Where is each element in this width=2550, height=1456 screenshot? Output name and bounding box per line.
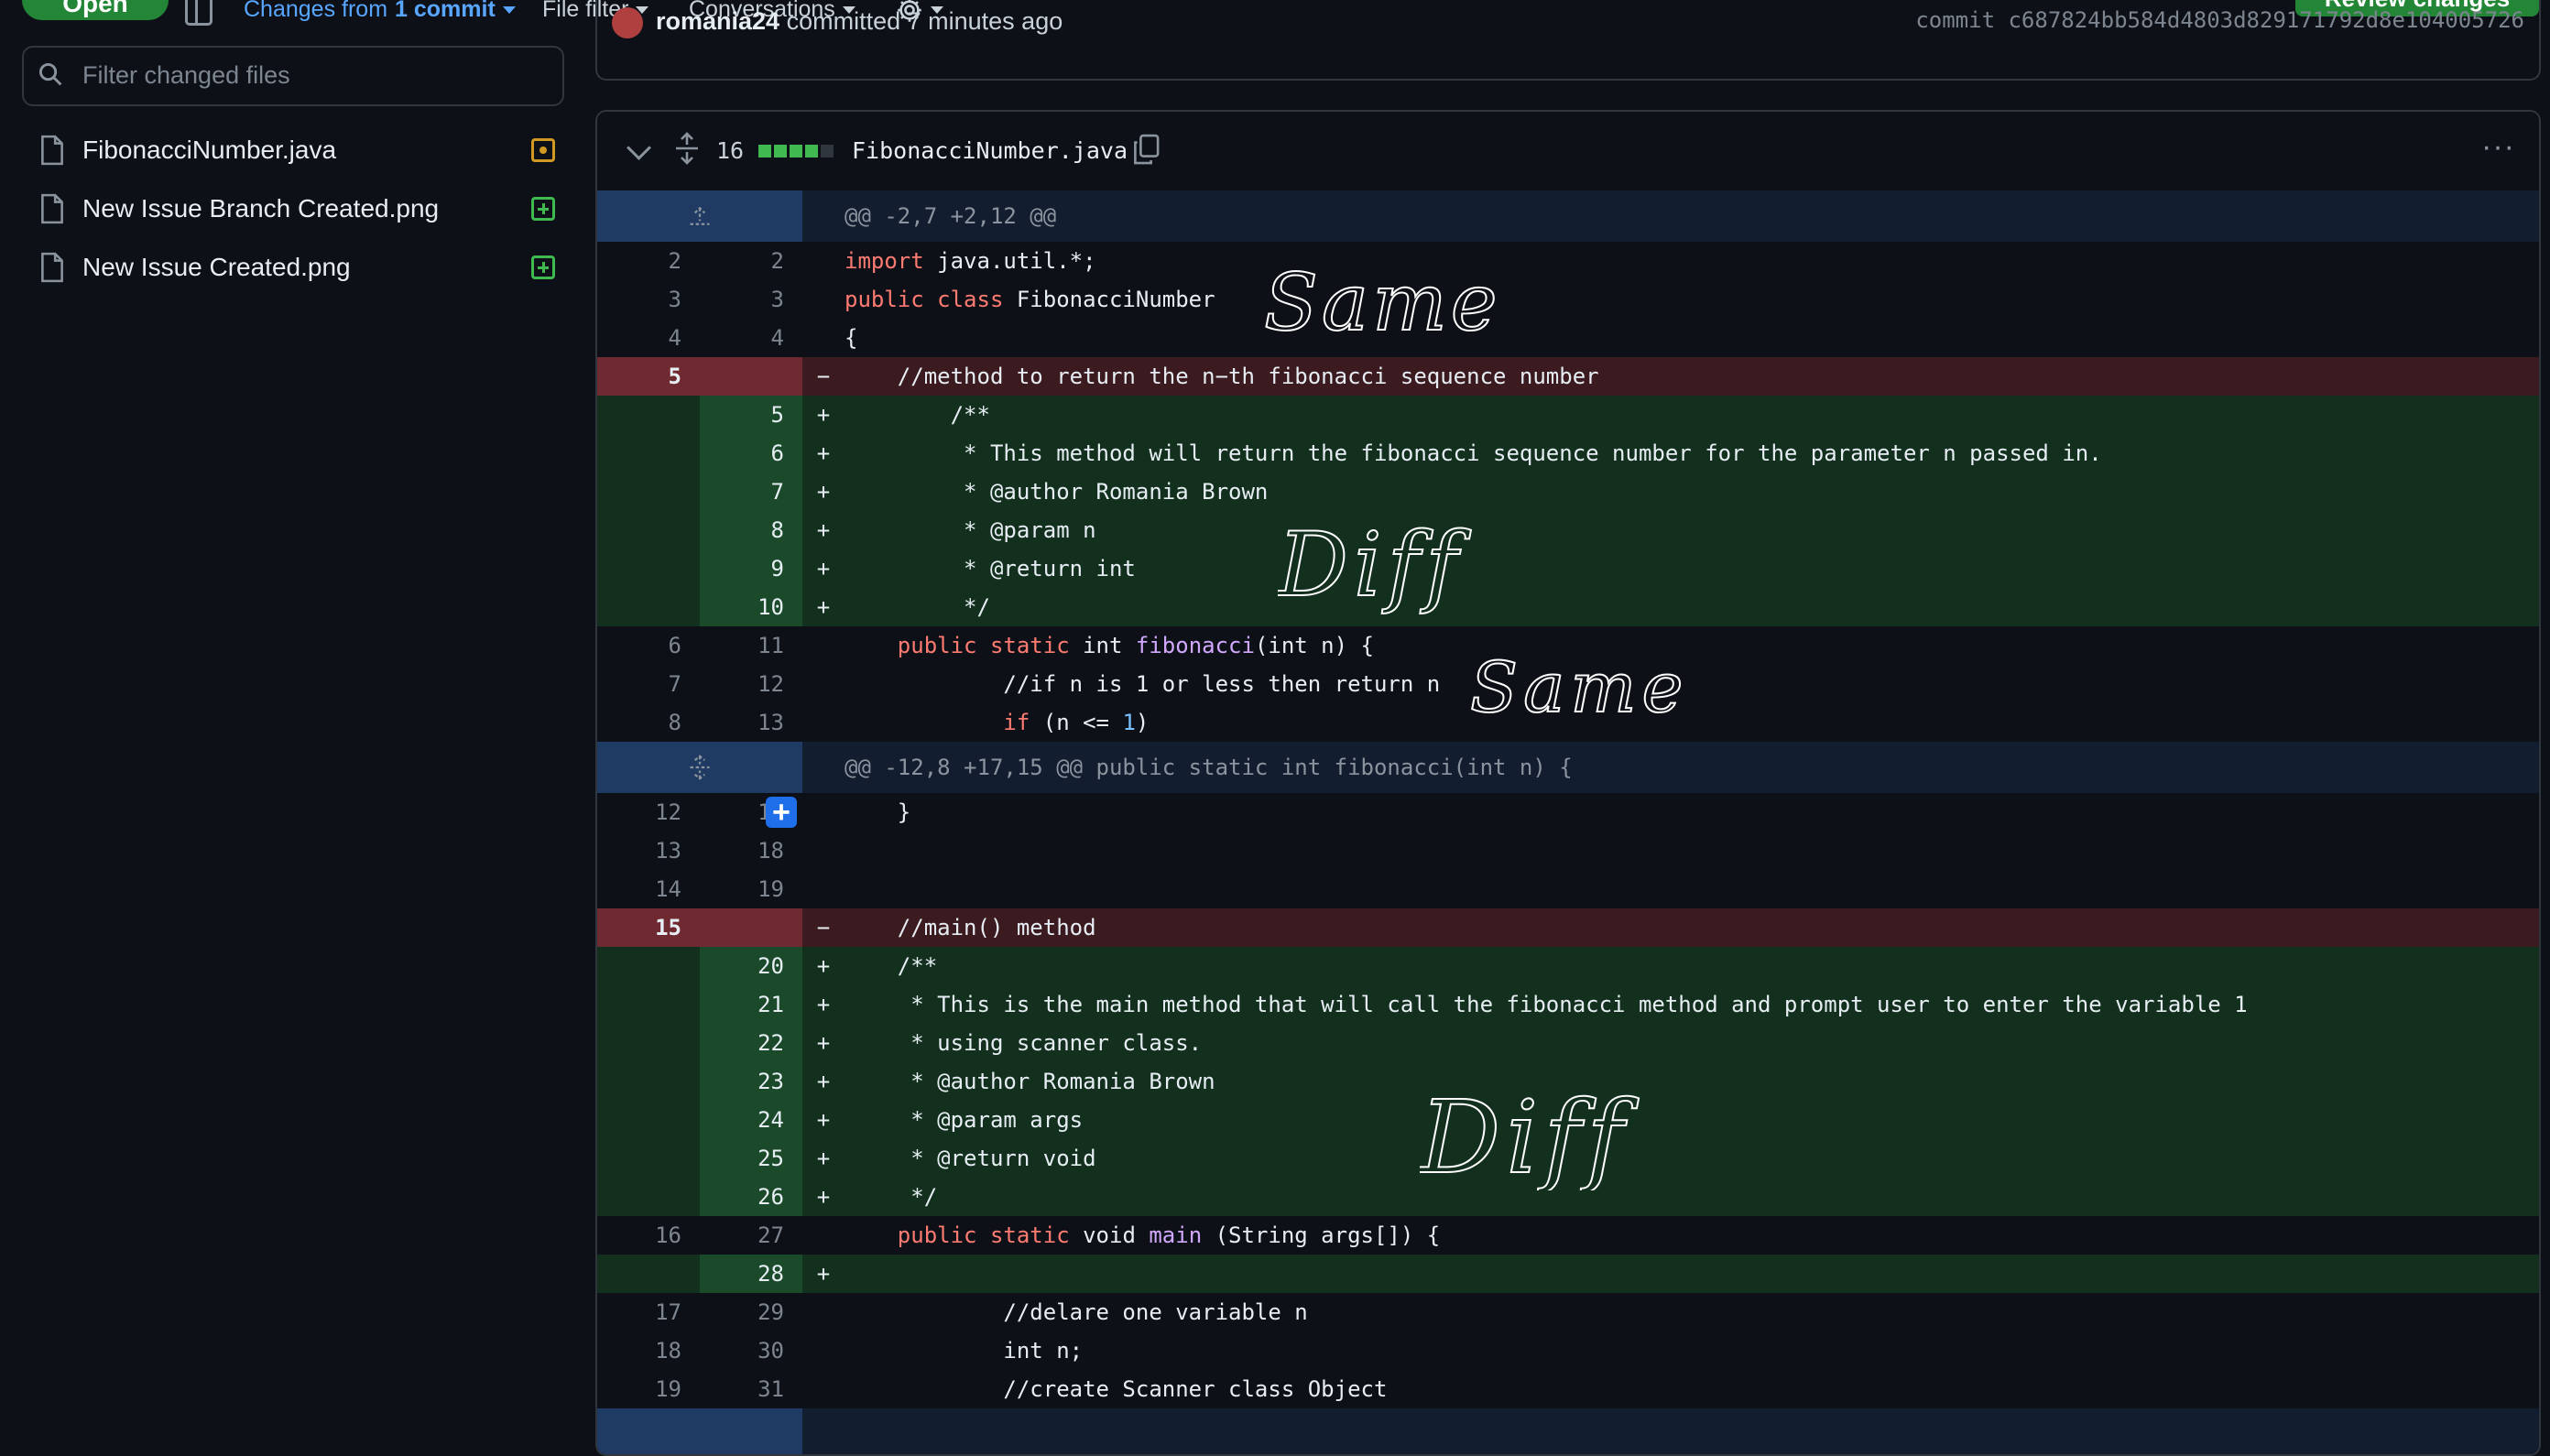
changes-count: 1 commit	[395, 0, 496, 22]
diff-file-header: 16 FibonacciNumber.java ···	[597, 112, 2539, 192]
file-tree-item[interactable]: New Issue Created.png	[22, 243, 564, 292]
file-added-icon	[531, 197, 555, 221]
file-modified-icon	[531, 138, 555, 162]
commit-hash[interactable]: commit c687824bb584d4803d829171792d8e104…	[1915, 7, 2524, 33]
file-name: New Issue Created.png	[82, 253, 351, 281]
diff-line: 8 13 if (n <= 1)	[597, 703, 2539, 742]
diff-line-added: 10 + */	[597, 588, 2539, 626]
diff-line: 4 4{	[597, 319, 2539, 357]
file-icon	[41, 135, 63, 166]
diff-line-added: 6 + * This method will return the fibonac…	[597, 434, 2539, 473]
diff-line: 14 19	[597, 870, 2539, 908]
file-name: New Issue Branch Created.png	[82, 194, 440, 223]
open-status-badge: Open	[22, 0, 169, 20]
diff-line-added: 21 + * This is the main method that will …	[597, 985, 2539, 1024]
diff-table: @@ -2,7 +2,12 @@ 2 2 import java.util.*; 3…	[597, 190, 2539, 1454]
toggle-sidebar-icon[interactable]	[185, 0, 212, 26]
diff-file: 16 FibonacciNumber.java ··· @@ -2,7 +2,1…	[595, 110, 2541, 1456]
hunk-header-text: @@ -2,7 +2,12 @@	[845, 203, 1057, 229]
avatar[interactable]	[612, 7, 643, 38]
search-placeholder: Filter changed files	[82, 61, 290, 89]
diffstat-bars	[758, 145, 834, 158]
diff-line-added: 7 + * @author Romania Brown	[597, 473, 2539, 511]
diff-line-added: 23 + * @author Romania Brown	[597, 1062, 2539, 1101]
expand-icon[interactable]	[687, 755, 713, 780]
diff-line: 2 2 import java.util.*;	[597, 242, 2539, 280]
open-label: Open	[62, 0, 128, 17]
expand-up-icon[interactable]	[687, 203, 713, 229]
diff-file-name[interactable]: FibonacciNumber.java	[852, 137, 1128, 164]
search-icon	[38, 62, 62, 86]
changes-count: 16	[716, 137, 745, 164]
diff-line: 17 29 //delare one variable n	[597, 1293, 2539, 1331]
filter-files-input[interactable]: Filter changed files	[22, 46, 564, 106]
file-icon	[41, 193, 63, 224]
diff-line-added: 28 +	[597, 1255, 2539, 1293]
diff-line-added: 5 + /**	[597, 396, 2539, 434]
diff-line-added: 24 + * @param args	[597, 1101, 2539, 1139]
expand-all-icon[interactable]	[674, 132, 700, 165]
add-comment-button[interactable]: +	[766, 797, 797, 828]
file-icon	[41, 252, 63, 283]
diff-line: 13 18	[597, 831, 2539, 870]
changes-prefix: Changes from	[244, 0, 388, 22]
chevron-down-icon	[502, 5, 516, 14]
diff-line-added: 20 + /**	[597, 947, 2539, 985]
changes-from-dropdown[interactable]: Changes from 1 commit	[244, 0, 516, 23]
diff-line-deleted: 15− //main() method	[597, 908, 2539, 947]
file-name: FibonacciNumber.java	[82, 136, 337, 164]
commit-bar: romania24 committed 7 minutes ago commit…	[595, 0, 2541, 81]
diff-line: 7 12 //if n is 1 or less then return n	[597, 665, 2539, 703]
hunk-header: @@ -2,7 +2,12 @@	[597, 190, 2539, 242]
diff-line: 3 3 public class FibonacciNumber	[597, 280, 2539, 319]
diff-line: 16 27 public static void main (String arg…	[597, 1216, 2539, 1255]
hunk-header	[597, 1408, 2539, 1454]
diff-line-added: 8 + * @param n	[597, 511, 2539, 549]
diff-line: 19 31 //create Scanner class Object	[597, 1370, 2539, 1408]
file-tree-item[interactable]: New Issue Branch Created.png	[22, 184, 564, 234]
hunk-header: @@ -12,8 +17,15 @@ public static int fib…	[597, 742, 2539, 793]
diff-line-deleted: 5− //method to return the n−th fibonacci…	[597, 357, 2539, 396]
diff-line: 1217 }+	[597, 793, 2539, 831]
diff-line-added: 25 + * @return void	[597, 1139, 2539, 1178]
collapse-chevron-icon[interactable]	[627, 136, 651, 160]
diff-line: 18 30 int n;	[597, 1331, 2539, 1370]
diff-line: 6 11 public static int fibonacci(int n) {	[597, 626, 2539, 665]
copy-icon[interactable]	[1132, 134, 1160, 165]
commit-action: committed 7 minutes ago	[786, 7, 1063, 35]
diff-line-added: 9 + * @return int	[597, 549, 2539, 588]
commit-author[interactable]: romania24	[656, 7, 779, 35]
file-added-icon	[531, 255, 555, 279]
diff-line-added: 26 + */	[597, 1178, 2539, 1216]
commit-author-line: romania24 committed 7 minutes ago	[656, 7, 1062, 36]
diff-line-added: 22 + * using scanner class.	[597, 1024, 2539, 1062]
more-options-icon[interactable]: ···	[2481, 131, 2515, 162]
hunk-header-text: @@ -12,8 +17,15 @@ public static int fib…	[845, 755, 1573, 780]
file-tree-item[interactable]: FibonacciNumber.java	[22, 125, 564, 175]
